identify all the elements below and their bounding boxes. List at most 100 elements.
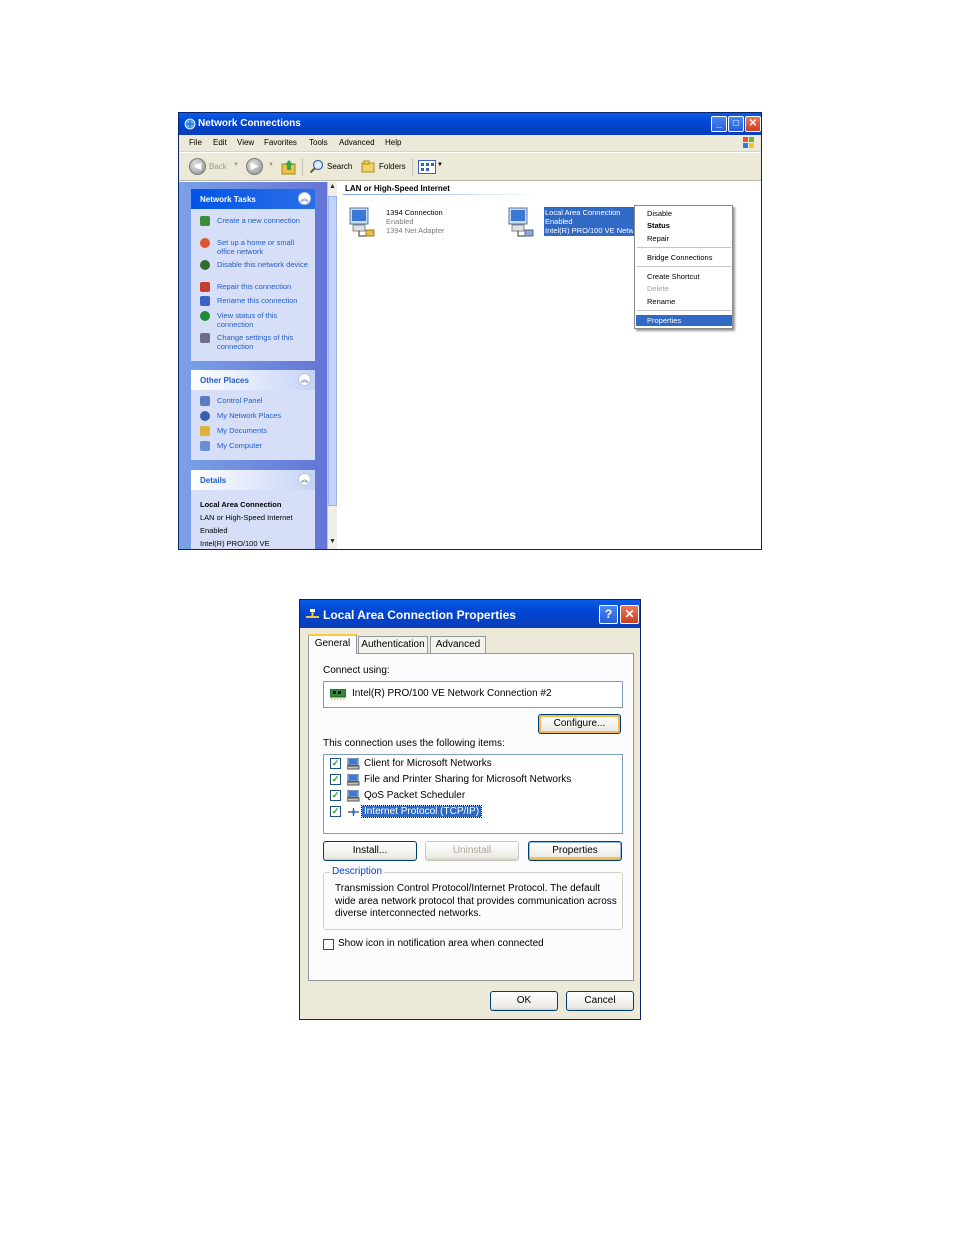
network-places-icon — [200, 411, 210, 421]
window-title: Network Connections — [198, 118, 301, 129]
help-button[interactable]: ? — [599, 605, 618, 624]
menu-advanced[interactable]: Advanced — [339, 138, 375, 147]
minimize-button[interactable]: _ — [711, 116, 727, 132]
scrollbar-thumb[interactable] — [328, 196, 337, 506]
windows-logo-icon — [743, 137, 754, 148]
configure-button[interactable]: Configure... — [538, 714, 621, 734]
maximize-button[interactable]: □ — [728, 116, 744, 132]
collapse-chevron-icon[interactable]: ︽ — [298, 473, 311, 486]
details-type: LAN or High-Speed Internet — [200, 513, 293, 522]
general-tab-panel: Connect using: Intel(R) PRO/100 VE Netwo… — [308, 653, 634, 981]
components-list[interactable]: ✓ Client for Microsoft Networks ✓ File a… — [323, 754, 623, 834]
close-icon: ✕ — [748, 118, 758, 129]
menu-item-status[interactable]: Status — [647, 221, 670, 230]
dialog-title-bar[interactable]: Local Area Connection Properties ? ✕ — [300, 600, 640, 628]
menu-favorites[interactable]: Favorites — [264, 138, 297, 147]
description-label: Description — [330, 866, 385, 877]
folders-icon — [361, 160, 375, 173]
file-printer-sharing-label: File and Printer Sharing for Microsoft N… — [364, 774, 572, 785]
network-plug-icon — [306, 609, 319, 618]
tab-general[interactable]: General — [308, 634, 357, 654]
details-title: Details — [200, 476, 227, 485]
network-tasks-header[interactable]: Network Tasks ︽ — [191, 189, 315, 209]
toolbar-separator — [302, 158, 303, 176]
install-button[interactable]: Install... — [323, 841, 417, 861]
tab-advanced[interactable]: Advanced — [430, 636, 486, 653]
file-printer-sharing-icon — [347, 774, 360, 786]
qos-icon — [347, 790, 360, 802]
context-menu: Disable Status Repair Bridge Connections… — [634, 205, 733, 329]
connection-device: 1394 Net Adapter — [386, 226, 445, 235]
client-checkbox[interactable]: ✓ — [330, 758, 341, 769]
menu-item-bridge-connections[interactable]: Bridge Connections — [647, 253, 712, 262]
maximize-icon: □ — [732, 118, 740, 129]
file-printer-sharing-checkbox[interactable]: ✓ — [330, 774, 341, 785]
rename-icon — [200, 296, 210, 306]
cancel-button[interactable]: Cancel — [566, 991, 634, 1011]
toolbar-separator — [412, 158, 413, 176]
menu-help[interactable]: Help — [385, 138, 401, 147]
menu-item-repair[interactable]: Repair — [647, 234, 669, 243]
ok-button[interactable]: OK — [490, 991, 558, 1011]
minimize-icon: _ — [716, 118, 722, 129]
network-connections-window: Network Connections _ □ ✕ File Edit View… — [178, 112, 762, 550]
search-button[interactable]: Search — [327, 162, 352, 171]
tcpip-checkbox[interactable]: ✓ — [330, 806, 341, 817]
menu-item-properties[interactable]: Properties — [647, 316, 681, 325]
network-adapter-icon — [349, 207, 375, 237]
forward-dropdown-icon[interactable]: ▼ — [268, 162, 274, 168]
qos-label: QoS Packet Scheduler — [364, 790, 466, 801]
dialog-title: Local Area Connection Properties — [323, 608, 516, 622]
other-places-title: Other Places — [200, 376, 249, 385]
connection-name: Local Area Connection — [545, 208, 621, 217]
task-pane-scrollbar[interactable]: ▲ ▼ — [327, 182, 337, 549]
menu-edit[interactable]: Edit — [213, 138, 227, 147]
close-button[interactable]: ✕ — [745, 116, 761, 132]
details-status: Enabled — [200, 526, 228, 535]
client-icon — [347, 758, 360, 770]
scroll-up-icon[interactable]: ▲ — [329, 183, 336, 190]
menu-view[interactable]: View — [237, 138, 254, 147]
forward-arrow-icon: ▶ — [250, 161, 259, 172]
up-folder-icon[interactable] — [281, 159, 297, 175]
uninstall-button: Uninstall — [425, 841, 519, 861]
connection-name: 1394 Connection — [386, 208, 443, 217]
menu-file[interactable]: File — [189, 138, 202, 147]
show-icon-checkbox[interactable] — [323, 939, 334, 950]
menu-item-create-shortcut[interactable]: Create Shortcut — [647, 272, 700, 281]
menu-separator — [637, 247, 731, 248]
tab-authentication[interactable]: Authentication — [358, 636, 428, 653]
close-icon: ✕ — [624, 607, 635, 621]
folders-button[interactable]: Folders — [379, 162, 406, 171]
connection-status: Enabled — [386, 217, 414, 226]
other-places-header[interactable]: Other Places ︽ — [191, 370, 315, 390]
protocol-icon — [348, 808, 359, 816]
search-icon — [309, 159, 324, 174]
scroll-down-icon[interactable]: ▼ — [329, 538, 336, 545]
back-dropdown-icon[interactable]: ▼ — [233, 162, 239, 168]
back-button[interactable]: ◀ — [189, 158, 206, 175]
client-label: Client for Microsoft Networks — [364, 758, 492, 769]
dialog-close-button[interactable]: ✕ — [620, 605, 639, 624]
menu-item-rename[interactable]: Rename — [647, 297, 675, 306]
show-icon-label: Show icon in notification area when conn… — [338, 938, 544, 949]
forward-button[interactable]: ▶ — [246, 158, 263, 175]
views-dropdown-icon[interactable]: ▼ — [437, 162, 443, 168]
collapse-chevron-icon[interactable]: ︽ — [298, 192, 311, 205]
toolbar: ◀ Back ▼ ▶ ▼ Search Folders ▼ — [179, 153, 761, 181]
menu-bar: File Edit View Favorites Tools Advanced … — [179, 135, 761, 152]
group-divider — [343, 194, 543, 195]
items-label: This connection uses the following items… — [323, 738, 505, 749]
properties-button[interactable]: Properties — [528, 841, 622, 861]
other-places-box: Other Places ︽ Control Panel My Network … — [191, 370, 315, 460]
views-icon[interactable] — [418, 160, 436, 174]
network-card-icon — [330, 689, 346, 700]
title-bar[interactable]: Network Connections _ □ ✕ — [179, 113, 761, 135]
qos-checkbox[interactable]: ✓ — [330, 790, 341, 801]
collapse-chevron-icon[interactable]: ︽ — [298, 373, 311, 386]
menu-tools[interactable]: Tools — [309, 138, 328, 147]
details-header[interactable]: Details ︽ — [191, 470, 315, 490]
repair-icon — [200, 282, 210, 292]
menu-item-disable[interactable]: Disable — [647, 209, 672, 218]
control-panel-icon — [200, 396, 210, 406]
